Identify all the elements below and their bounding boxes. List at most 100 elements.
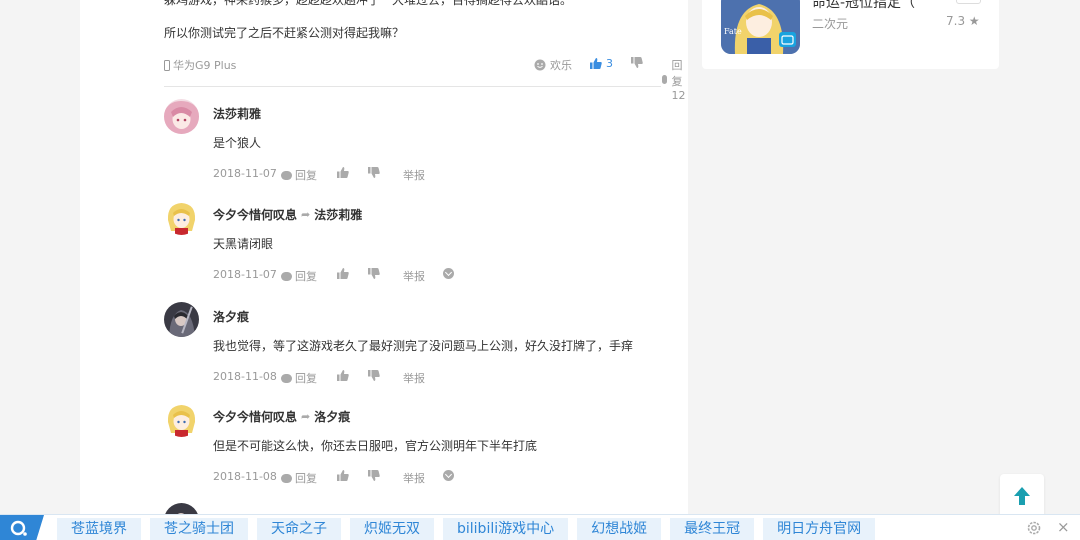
like-button[interactable]: 3	[590, 57, 613, 70]
report-button[interactable]: 举报	[403, 470, 425, 486]
comment-author[interactable]: 法莎莉雅	[213, 105, 261, 122]
reply-button[interactable]: 回复 12	[662, 57, 688, 102]
reply-button[interactable]: 回复	[281, 470, 317, 486]
reply-label: 回复	[295, 472, 317, 485]
search-logo-icon	[0, 515, 44, 540]
thumb-down-icon	[368, 370, 380, 381]
gear-icon[interactable]	[1026, 520, 1042, 536]
comment-bubble-icon	[281, 170, 292, 180]
post-meta-bar: 华为G9 Plus 欢乐 3 回复 12	[164, 56, 685, 102]
game-score: 7.3 ★	[946, 14, 980, 28]
comment-item: 洛夕痕 我也觉得，等了这游戏老久了最好测完了没问题马上公测，好久没打牌了，手痒 …	[164, 302, 664, 398]
quick-link[interactable]: 苍蓝境界	[57, 518, 141, 540]
like-button[interactable]	[337, 167, 349, 178]
game-title[interactable]: 命运-冠位指定（	[812, 0, 915, 12]
report-button[interactable]: 举报	[403, 268, 425, 284]
avatar[interactable]	[164, 200, 199, 235]
reply-label: 回复	[295, 169, 317, 182]
device-name: 华为G9 Plus	[173, 59, 237, 72]
comment-author: 今夕今惜何叹息 ➦ 法莎莉雅	[213, 206, 362, 223]
quick-link[interactable]: 天命之子	[257, 518, 341, 540]
more-button[interactable]	[443, 268, 454, 279]
close-icon[interactable]: ×	[1057, 519, 1070, 535]
divider	[164, 86, 661, 87]
comment-text: 我也觉得，等了这游戏老久了最好测完了没问题马上公测，好久没打牌了，手痒	[213, 339, 634, 353]
comment-author: 今夕今惜何叹息 ➦ 洛夕痕	[213, 408, 350, 425]
quick-link[interactable]: 炽姬无双	[350, 518, 434, 540]
quick-link[interactable]: 最终王冠	[670, 518, 755, 540]
comment-bubble-icon	[281, 473, 292, 483]
emotion-label: 欢乐	[550, 59, 572, 72]
avatar[interactable]	[164, 302, 199, 337]
quick-link[interactable]: 苍之骑士团	[150, 518, 248, 540]
comment-text: 天黑请闭眼	[213, 237, 274, 251]
post-card: 躲鸡游戏，神来药猴多，趁趁趁欢趟冲了一大堆过去，百得搞趁得去欢酷话。 所以你测试…	[80, 0, 688, 540]
dislike-button[interactable]	[631, 57, 643, 68]
like-button[interactable]	[337, 470, 349, 481]
post-question: 所以你测试完了之后不赶紧公测对得起我嘛？	[164, 26, 405, 40]
comment-item: 法莎莉雅 是个狼人 2018-11-07 回复 举报	[164, 99, 664, 195]
smile-icon	[534, 59, 546, 71]
reply-button[interactable]: 回复	[281, 268, 317, 284]
comment-bubble-icon	[281, 373, 292, 383]
comment-item: 今夕今惜何叹息 ➦ 法莎莉雅 天黑请闭眼 2018-11-07 回复 举报	[164, 200, 664, 296]
post-text-line: 躲鸡游戏，神来药猴多，趁趁趁欢趟冲了一大堆过去，百得搞趁得去欢酷话。	[164, 0, 573, 7]
username[interactable]: 今夕今惜何叹息	[213, 408, 297, 425]
dislike-button[interactable]	[368, 370, 380, 381]
comment-text: 是个狼人	[213, 136, 262, 150]
bottom-links-bar: 苍蓝境界 苍之骑士团 天命之子 炽姬无双 bilibili游戏中心 幻想战姬 最…	[0, 514, 1080, 540]
like-button[interactable]	[337, 268, 349, 279]
thumb-up-icon	[590, 58, 602, 69]
thumb-up-icon	[337, 268, 349, 279]
follow-button[interactable]	[956, 0, 981, 4]
dislike-button[interactable]	[368, 268, 380, 279]
report-button[interactable]: 举报	[403, 167, 425, 183]
comment-bubble-icon	[662, 75, 668, 84]
quick-links: 苍蓝境界 苍之骑士团 天命之子 炽姬无双 bilibili游戏中心 幻想战姬 最…	[57, 518, 876, 540]
logo-tab[interactable]	[0, 515, 44, 540]
thumb-up-icon	[337, 470, 349, 481]
reply-button[interactable]: 回复	[281, 167, 317, 183]
quick-link[interactable]: 幻想战姬	[577, 518, 662, 540]
comment-date: 2018-11-07	[213, 268, 277, 281]
avatar[interactable]	[164, 402, 199, 437]
arrow-up-icon	[1014, 487, 1030, 505]
reply-button[interactable]: 回复	[281, 370, 317, 386]
more-button[interactable]	[443, 470, 454, 481]
username[interactable]: 今夕今惜何叹息	[213, 206, 297, 223]
reply-arrow-icon: ➦	[301, 208, 311, 221]
comment-date: 2018-11-07	[213, 167, 277, 180]
comment-date: 2018-11-08	[213, 370, 277, 383]
reply-arrow-icon: ➦	[301, 410, 311, 423]
emotion-button[interactable]: 欢乐	[534, 57, 572, 73]
username[interactable]: 法莎莉雅	[213, 105, 261, 122]
thumb-down-icon	[631, 57, 643, 68]
quick-link[interactable]: 明日方舟官网	[763, 518, 876, 540]
like-button[interactable]	[337, 370, 349, 381]
game-logo-text: Fate	[724, 27, 742, 36]
quick-link[interactable]: bilibili游戏中心	[443, 518, 569, 540]
comment-bubble-icon	[281, 271, 292, 281]
comment-author: 洛夕痕	[213, 308, 249, 325]
chevron-down-circle-icon	[443, 470, 454, 481]
thumb-down-icon	[368, 470, 380, 481]
game-tag[interactable]: 二次元	[812, 15, 848, 32]
phone-icon	[164, 59, 170, 71]
game-icon-image[interactable]: Fate	[721, 0, 800, 54]
reply-label: 回复	[295, 372, 317, 385]
thumb-down-icon	[368, 167, 380, 178]
reply-to-username[interactable]: 法莎莉雅	[314, 206, 362, 223]
related-game-card[interactable]: Fate 命运-冠位指定（ 二次元 7.3 ★	[702, 0, 999, 69]
reply-label: 回复	[295, 270, 317, 283]
chevron-down-circle-icon	[443, 268, 454, 279]
dislike-button[interactable]	[368, 470, 380, 481]
reply-to-username[interactable]: 洛夕痕	[314, 408, 350, 425]
thumb-down-icon	[368, 268, 380, 279]
dislike-button[interactable]	[368, 167, 380, 178]
report-button[interactable]: 举报	[403, 370, 425, 386]
device-label: 华为G9 Plus	[164, 57, 236, 73]
avatar[interactable]	[164, 99, 199, 134]
back-to-top-button[interactable]	[1000, 474, 1044, 518]
comment-item: 今夕今惜何叹息 ➦ 洛夕痕 但是不可能这么快，你还去日服吧，官方公测明年下半年打…	[164, 402, 664, 498]
username[interactable]: 洛夕痕	[213, 308, 249, 325]
